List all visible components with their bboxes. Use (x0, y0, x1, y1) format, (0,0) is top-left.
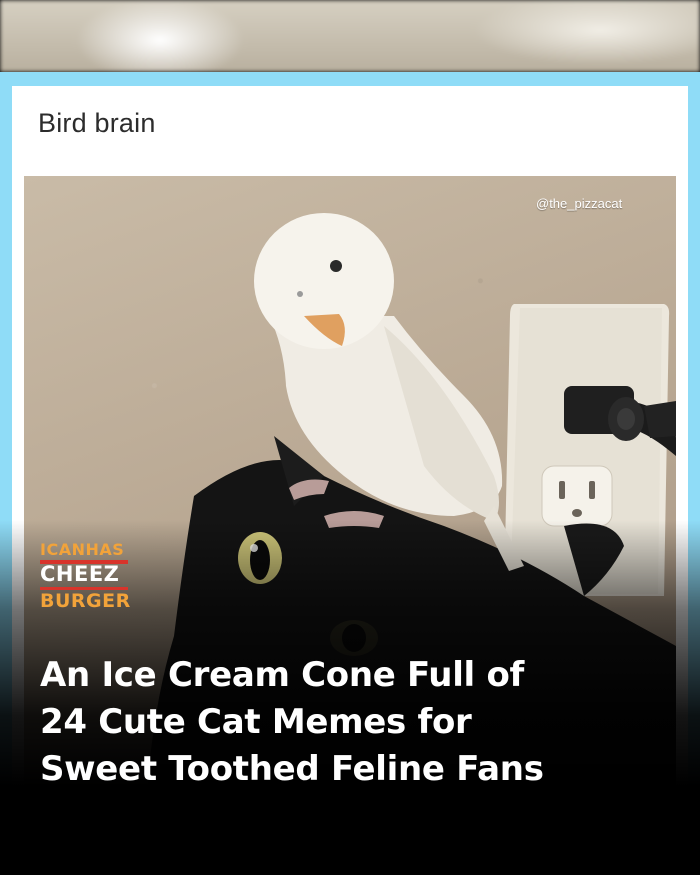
headline-line: An Ice Cream Cone Full of (40, 655, 524, 695)
headline-line: 24 Cute Cat Memes for (40, 702, 472, 742)
logo-text-middle: CHEEZ (40, 562, 120, 586)
meme-title: Bird brain (38, 108, 156, 138)
photo-watermark: @the_pizzacat (536, 196, 623, 211)
article-headline[interactable]: An Ice Cream Cone Full of 24 Cute Cat Me… (40, 652, 660, 793)
logo-text-top: ICANHAS (40, 540, 125, 559)
icanhascheezburger-logo: ICANHAS CHEEZ BURGER (40, 540, 150, 628)
logo-text-bottom: BURGER (40, 590, 131, 612)
headline-line: Sweet Toothed Feline Fans (40, 749, 544, 789)
blurred-backdrop (0, 0, 700, 72)
